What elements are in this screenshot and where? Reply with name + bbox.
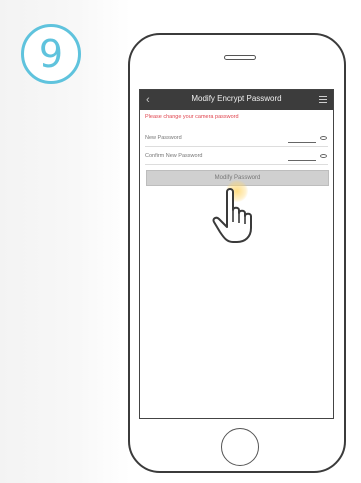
hand-pointer-icon [212, 188, 252, 243]
confirm-password-input[interactable] [288, 154, 316, 161]
phone-home-button [221, 428, 259, 466]
confirm-password-row: Confirm New Password [145, 152, 328, 165]
password-notice: Please change your camera password [145, 114, 239, 120]
phone-frame: ‹ Modify Encrypt Password Please change … [128, 33, 346, 473]
phone-speaker [224, 55, 256, 60]
eye-icon[interactable] [320, 136, 327, 140]
new-password-row: New Password [145, 134, 328, 147]
step-number-badge: 9 [21, 24, 81, 84]
step-number: 9 [38, 32, 64, 76]
new-password-input[interactable] [288, 136, 316, 143]
app-bar: ‹ Modify Encrypt Password [140, 90, 333, 110]
phone-screen: ‹ Modify Encrypt Password Please change … [139, 89, 334, 419]
confirm-password-label: Confirm New Password [145, 153, 203, 159]
menu-icon[interactable] [319, 96, 327, 103]
app-title: Modify Encrypt Password [191, 94, 282, 103]
new-password-label: New Password [145, 135, 182, 141]
eye-icon[interactable] [320, 154, 327, 158]
